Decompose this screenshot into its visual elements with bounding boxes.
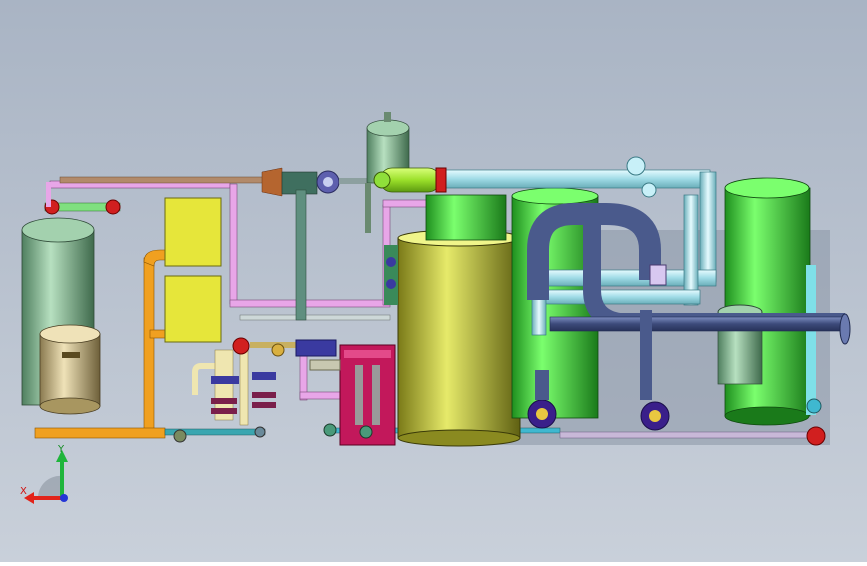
control-panel-upper[interactable] — [164, 197, 222, 267]
model-canvas[interactable]: X Y — [0, 0, 867, 562]
triad-z-axis — [60, 494, 68, 502]
control-panel-lower[interactable] — [164, 275, 222, 343]
lime-header[interactable] — [373, 167, 447, 193]
cad-viewport[interactable]: X Y — [0, 0, 867, 562]
triad-y-label: Y — [57, 444, 65, 455]
pump-right[interactable] — [640, 401, 670, 431]
green-tower-3[interactable] — [724, 177, 816, 426]
green-tower-1[interactable] — [425, 194, 507, 241]
olive-buffer-tank[interactable] — [384, 229, 521, 447]
left-expansion-tank[interactable] — [39, 324, 101, 415]
triad-x-label: X — [20, 486, 27, 497]
